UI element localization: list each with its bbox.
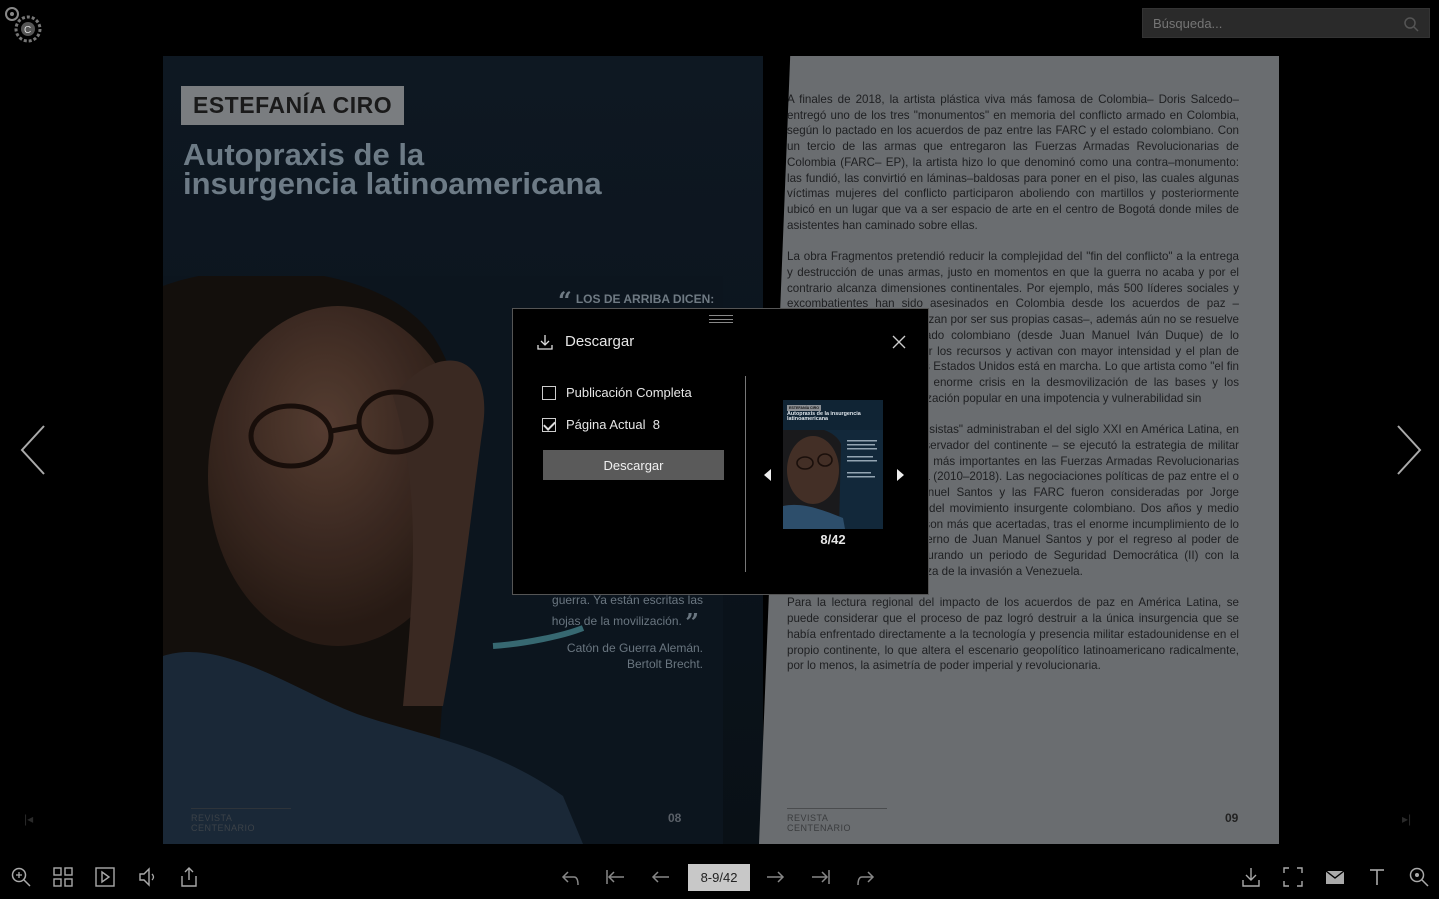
attribution-line: Bertolt Brecht. [626,657,703,671]
option-full-publication[interactable]: Publicación Completa [542,385,692,400]
article-paragraph: A finales de 2018, la artista plástica v… [787,93,1239,232]
next-page-icon[interactable] [764,866,786,888]
running-head-right: REVISTA CENTENARIO [787,808,887,833]
close-icon[interactable] [892,335,906,349]
fullscreen-icon[interactable] [1282,866,1304,888]
search-icon[interactable] [1403,16,1419,32]
download-dialog[interactable]: Descargar Publicación Completa Página Ac… [512,308,929,595]
download-button[interactable]: Descargar [543,450,724,480]
pull-quote-attribution: Catón de Guerra Alemán. Bertolt Brecht. [567,640,703,672]
quote-close-icon: ” [685,608,699,637]
full-publication-checkbox[interactable] [542,385,556,400]
back-icon[interactable] [560,866,582,888]
first-page-edge-icon[interactable]: |◂ [24,812,33,826]
page-thumbnail[interactable]: ESTEFANÍA CIRO Autopraxis de la insurgen… [783,400,883,529]
current-page-checkbox[interactable] [542,417,556,432]
search-box[interactable] [1142,8,1430,38]
thumbnail-prev-icon[interactable] [764,469,771,481]
pull-quote-text: guerra. Ya están escritas las hojas de l… [552,592,703,637]
thumbnail-title: Autopraxis de la insurgencia latinoameri… [787,411,861,423]
text-icon[interactable] [1366,866,1388,888]
search-icon[interactable] [1408,866,1430,888]
running-head-left: REVISTA CENTENARIO [191,808,291,833]
page-indicator[interactable]: 8-9/42 [688,864,750,891]
option-current-label: Página Actual 8 [566,417,660,432]
author-tag: ESTEFANÍA CIRO [181,86,405,125]
share-icon[interactable] [178,866,200,888]
pull-quote-heading-text: LOS DE ARRIBA DICEN: [575,292,715,306]
previous-page-arrow-icon[interactable] [18,424,48,476]
drag-handle-icon[interactable] [709,315,733,323]
autoplay-icon[interactable] [94,866,116,888]
previous-page-icon[interactable] [650,866,672,888]
thumbnail-photo [783,430,883,529]
download-icon[interactable] [1240,866,1262,888]
article-title: Autopraxis de la insurgencia latinoameri… [183,137,602,201]
download-icon [537,334,553,350]
forward-icon[interactable] [854,866,876,888]
next-page-arrow-icon[interactable] [1394,424,1424,476]
first-page-icon[interactable] [604,866,626,888]
thumbnails-icon[interactable] [52,866,74,888]
last-page-edge-icon[interactable]: ▸| [1402,812,1411,826]
zoom-in-icon[interactable] [10,866,32,888]
folio-right: 09 [1225,811,1239,825]
email-icon[interactable] [1324,866,1346,888]
option-full-label: Publicación Completa [566,385,692,400]
search-input[interactable] [1143,9,1429,37]
thumbnail-next-icon[interactable] [897,469,904,481]
dialog-title: Descargar [565,333,635,350]
sound-icon[interactable] [136,866,158,888]
thumbnail-page-label: 8/42 [820,532,846,547]
option-current-page[interactable]: Página Actual 8 [542,417,660,432]
last-page-icon[interactable] [810,866,832,888]
article-paragraph: Para la lectura regional del impacto de … [787,596,1239,673]
svg-text:C: C [24,25,31,36]
dialog-divider [745,376,746,572]
pull-quote-line: hojas de la movilización. ” [551,608,699,637]
dialog-header: Descargar [537,333,634,350]
attribution-line: Catón de Guerra Alemán. [566,641,703,655]
folio-left: 08 [668,811,682,825]
app-logo-icon: C [5,7,42,43]
